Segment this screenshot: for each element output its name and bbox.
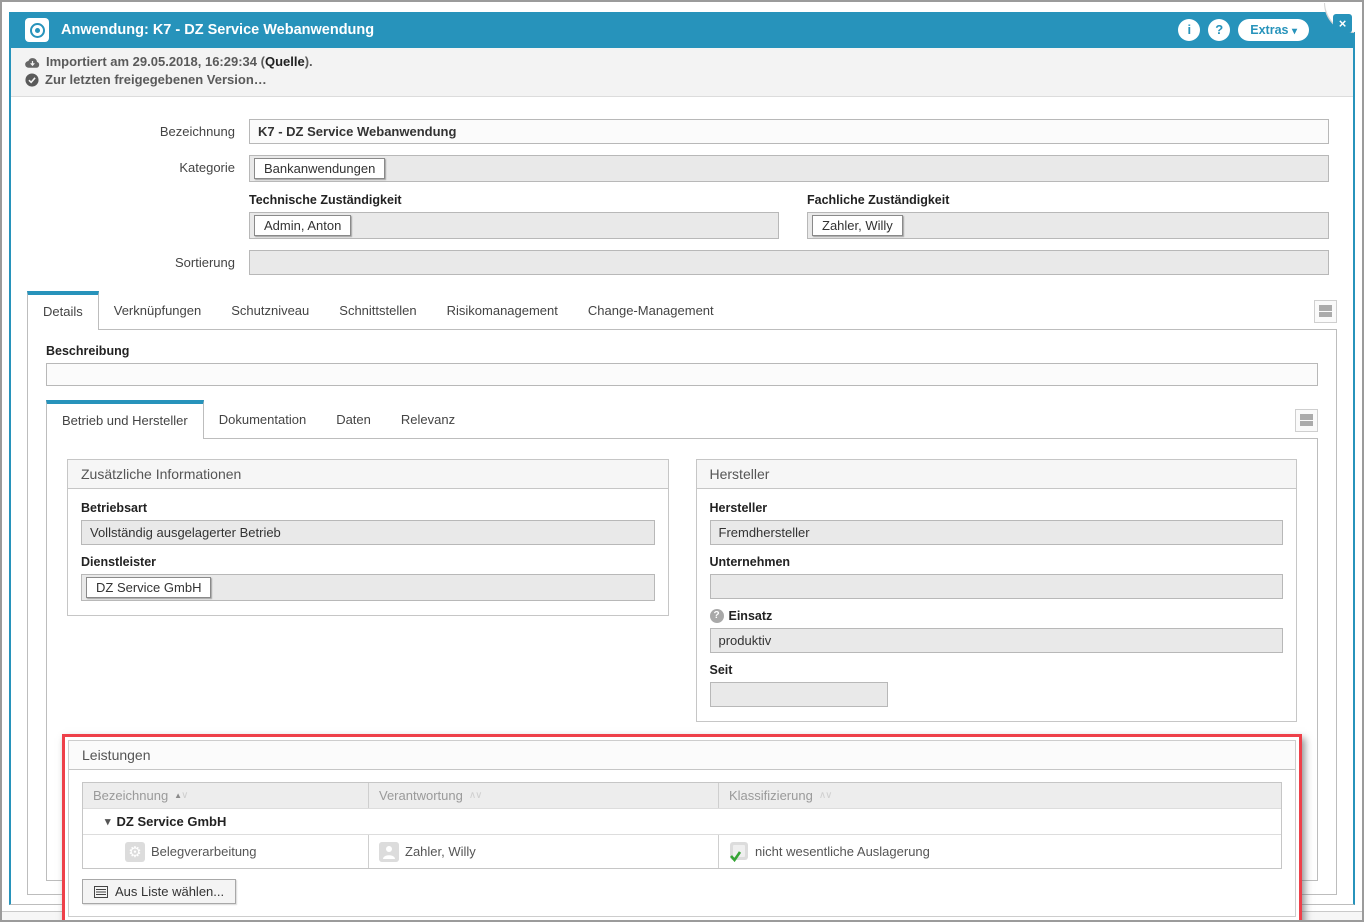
kategorie-label: Kategorie (23, 155, 249, 175)
cloud-download-icon (25, 56, 40, 69)
column-header-verantwortung[interactable]: Verantwortung ∧∨ (368, 783, 718, 808)
last-version-text: Zur letzten freigegebenen Version… (45, 71, 267, 89)
subtab-betrieb-und-hersteller[interactable]: Betrieb und Hersteller (46, 400, 204, 439)
seit-input[interactable] (710, 682, 888, 707)
betrieb-und-hersteller-panel: Zusätzliche Informationen Betriebsart Vo… (46, 438, 1318, 881)
help-button[interactable]: ? (1208, 19, 1230, 41)
leistungen-panel-title: Leistungen (69, 741, 1295, 770)
beschreibung-label: Beschreibung (46, 344, 1318, 358)
panel-toggle-icon[interactable] (1314, 300, 1337, 323)
service-gear-icon: ⚙ (125, 842, 145, 862)
beschreibung-input[interactable] (46, 363, 1318, 386)
person-icon (379, 842, 399, 862)
fachlich-chip[interactable]: Zahler, Willy (812, 215, 903, 236)
help-circle-icon[interactable]: ? (710, 609, 724, 623)
tab-details[interactable]: Details (27, 291, 99, 330)
leistungen-highlight-frame: Leistungen Bezeichnung ▲∨ Verantwortung … (62, 734, 1302, 922)
application-icon (25, 18, 49, 42)
import-info-line[interactable]: Importiert am 29.05.2018, 16:29:34 (Quel… (25, 53, 1339, 71)
button-label: Aus Liste wählen... (115, 884, 224, 899)
sortierung-label: Sortierung (23, 250, 249, 270)
sortierung-input[interactable] (249, 250, 1329, 275)
classification-check-icon (729, 842, 749, 862)
quelle-link[interactable]: Quelle (265, 54, 305, 69)
unternehmen-input[interactable] (710, 574, 1284, 599)
close-button[interactable]: × (1333, 14, 1352, 33)
anwendung-dialog: Anwendung: K7 - DZ Service Webanwendung … (9, 12, 1355, 905)
collapse-triangle-icon: ▾ (105, 815, 111, 828)
extras-label: Extras (1250, 23, 1288, 37)
import-info-bar: Importiert am 29.05.2018, 16:29:34 (Quel… (11, 48, 1353, 97)
row-klassifizierung: nicht wesentliche Auslagerung (755, 844, 930, 859)
row-bezeichnung: Belegverarbeitung (151, 844, 257, 859)
hersteller-label: Hersteller (710, 501, 1284, 515)
subtab-daten[interactable]: Daten (321, 400, 386, 438)
panel-toggle-icon[interactable] (1295, 409, 1318, 432)
chevron-down-icon: ▾ (1292, 26, 1297, 37)
extras-menu-button[interactable]: Extras ▾ (1238, 19, 1309, 41)
main-tab-bar: Details Verknüpfungen Schutzniveau Schni… (27, 291, 1337, 329)
subtab-dokumentation[interactable]: Dokumentation (204, 400, 321, 438)
sort-icon: ∧∨ (819, 790, 832, 801)
sort-icon: ▲∨ (174, 790, 187, 801)
table-row[interactable]: ⚙ Belegverarbeitung Zahler, Willy (83, 834, 1281, 868)
row-verantwortung: Zahler, Willy (405, 844, 476, 859)
details-tab-panel: Beschreibung Betrieb und Hersteller Doku… (27, 329, 1337, 895)
application-window: Anwendung: K7 - DZ Service Webanwendung … (0, 0, 1364, 922)
dienstleister-label: Dienstleister (81, 555, 655, 569)
zusaetzliche-informationen-panel: Zusätzliche Informationen Betriebsart Vo… (67, 459, 669, 616)
tab-change-management[interactable]: Change-Management (573, 291, 729, 329)
technisch-chip[interactable]: Admin, Anton (254, 215, 351, 236)
check-circle-icon (25, 73, 39, 87)
einsatz-label: Einsatz (729, 609, 773, 623)
fachliche-zustaendigkeit-field[interactable]: Zahler, Willy (807, 212, 1329, 239)
technische-zustaendigkeit-label: Technische Zuständigkeit (249, 193, 779, 207)
aus-liste-waehlen-button[interactable]: Aus Liste wählen... (82, 879, 236, 904)
kategorie-field[interactable]: Bankanwendungen (249, 155, 1329, 182)
subtab-relevanz[interactable]: Relevanz (386, 400, 470, 438)
application-form: Bezeichnung K7 - DZ Service Webanwendung… (11, 97, 1353, 275)
betriebsart-input[interactable]: Vollständig ausgelagerter Betrieb (81, 520, 655, 545)
tab-schnittstellen[interactable]: Schnittstellen (324, 291, 431, 329)
hersteller-input[interactable]: Fremdhersteller (710, 520, 1284, 545)
leistungen-table: Bezeichnung ▲∨ Verantwortung ∧∨ Klassifi… (82, 782, 1282, 869)
title-bar: Anwendung: K7 - DZ Service Webanwendung … (11, 12, 1353, 48)
column-header-bezeichnung[interactable]: Bezeichnung ▲∨ (83, 783, 368, 808)
unternehmen-label: Unternehmen (710, 555, 1284, 569)
sub-tab-bar: Betrieb und Hersteller Dokumentation Dat… (46, 400, 1318, 438)
dialog-title: Anwendung: K7 - DZ Service Webanwendung (61, 22, 374, 38)
hersteller-panel-title: Hersteller (697, 460, 1297, 489)
hersteller-panel: Hersteller Hersteller Fremdhersteller Un… (696, 459, 1298, 722)
column-header-klassifizierung[interactable]: Klassifizierung ∧∨ (718, 783, 1281, 808)
tab-schutzniveau[interactable]: Schutzniveau (216, 291, 324, 329)
leistungen-panel: Leistungen Bezeichnung ▲∨ Verantwortung … (68, 740, 1296, 917)
dienstleister-field[interactable]: DZ Service GmbH (81, 574, 655, 601)
info-button[interactable]: i (1178, 19, 1200, 41)
last-version-link[interactable]: Zur letzten freigegebenen Version… (25, 71, 1339, 89)
group-label: DZ Service GmbH (117, 814, 227, 829)
kategorie-chip[interactable]: Bankanwendungen (254, 158, 385, 179)
table-group-row[interactable]: ▾ DZ Service GmbH (83, 808, 1281, 834)
einsatz-input[interactable]: produktiv (710, 628, 1284, 653)
seit-label: Seit (710, 663, 1284, 677)
titlebar-actions: i ? Extras ▾ (1178, 19, 1339, 41)
fachliche-zustaendigkeit-label: Fachliche Zuständigkeit (807, 193, 1329, 207)
list-icon (94, 886, 108, 898)
dienstleister-chip[interactable]: DZ Service GmbH (86, 577, 211, 598)
sort-icon: ∧∨ (469, 790, 482, 801)
zusatz-panel-title: Zusätzliche Informationen (68, 460, 668, 489)
import-text: Importiert am 29.05.2018, 16:29:34 (Quel… (46, 53, 313, 71)
bezeichnung-input[interactable]: K7 - DZ Service Webanwendung (249, 119, 1329, 144)
betriebsart-label: Betriebsart (81, 501, 655, 515)
leistungen-table-header: Bezeichnung ▲∨ Verantwortung ∧∨ Klassifi… (83, 783, 1281, 808)
einsatz-label-row: ? Einsatz (710, 609, 1284, 623)
technische-zustaendigkeit-field[interactable]: Admin, Anton (249, 212, 779, 239)
tab-verknuepfungen[interactable]: Verknüpfungen (99, 291, 216, 329)
bezeichnung-label: Bezeichnung (23, 119, 249, 139)
tab-risikomanagement[interactable]: Risikomanagement (432, 291, 573, 329)
